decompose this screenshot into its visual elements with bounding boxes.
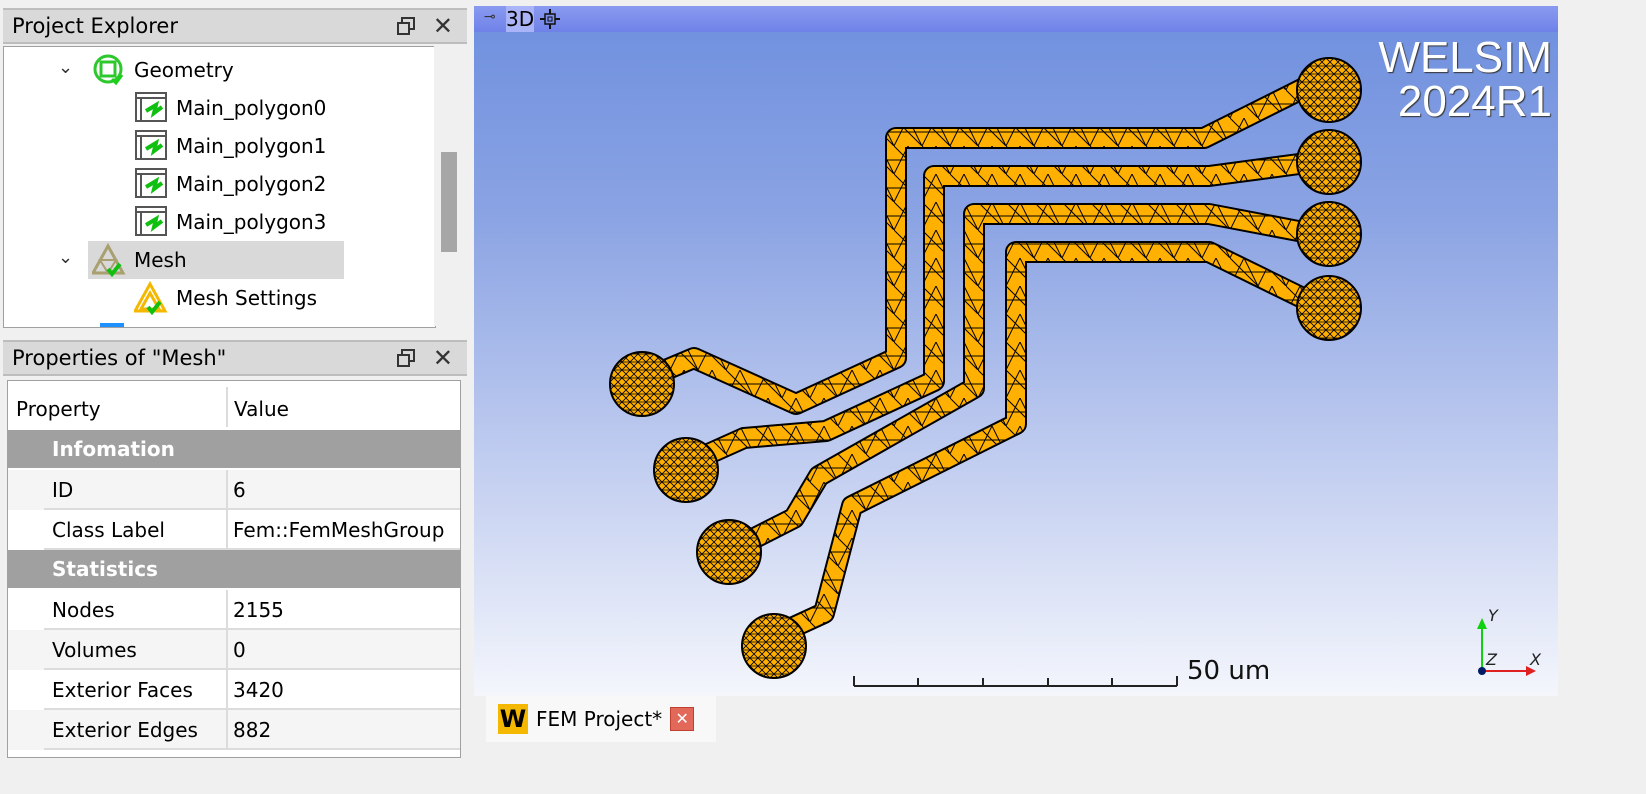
pad [741, 613, 807, 679]
polygon-icon [135, 168, 167, 198]
properties-titlebar: Properties of "Mesh" ✕ [3, 340, 467, 376]
scrollbar-thumb[interactable] [441, 152, 457, 252]
tree-scrollbar[interactable] [434, 46, 464, 326]
pad [1296, 57, 1362, 123]
document-tabbar: W FEM Project* ✕ [474, 696, 1558, 746]
table-header: Property Value [8, 387, 460, 427]
tree-item-mesh[interactable]: Mesh [88, 241, 344, 279]
panel-title: Properties of "Mesh" [12, 346, 227, 370]
tree-item-mesh-settings[interactable]: Mesh Settings [134, 279, 317, 317]
tree-item-polygon[interactable]: Main_polygon2 [134, 165, 326, 203]
tree-item-polygon[interactable]: Main_polygon0 [134, 89, 326, 127]
scale-bar [853, 676, 1178, 687]
project-tree: ⌄ Geometry Main_polygon0 Main_polygon1 M… [3, 46, 436, 328]
table-row[interactable]: Exterior Edges 882 [8, 710, 460, 750]
pad [653, 437, 719, 503]
group-information[interactable]: Infomation [8, 430, 460, 468]
table-row[interactable]: Nodes 2155 [8, 590, 460, 630]
tree-item-polygon[interactable]: Main_polygon1 [134, 127, 326, 165]
property-table: Property Value Infomation ID 6 Class Labe… [7, 380, 461, 758]
mesh-model[interactable] [474, 6, 1558, 696]
pad [1296, 275, 1362, 341]
pad [696, 519, 762, 585]
panel-title: Project Explorer [12, 14, 178, 38]
polygon-icon [135, 206, 167, 236]
tab-fem-project[interactable]: W FEM Project* ✕ [486, 696, 716, 742]
project-explorer-panel: Project Explorer ✕ ⌄ Geometry Main_polyg… [0, 0, 467, 330]
geometry-icon [93, 54, 124, 86]
close-panel-icon[interactable]: ✕ [433, 12, 453, 40]
mesh-icon [92, 243, 126, 277]
welsim-app-icon: W [498, 704, 528, 734]
group-statistics[interactable]: Statistics [8, 550, 460, 588]
header-property: Property [16, 397, 101, 421]
scale-label: 50 um [1187, 656, 1271, 686]
table-row[interactable]: Volumes 0 [8, 630, 460, 670]
mesh-settings-icon [134, 281, 168, 315]
pad [609, 351, 675, 417]
tree-item-geometry[interactable]: Geometry [92, 51, 234, 89]
pad [1296, 201, 1362, 267]
float-panel-icon[interactable] [397, 17, 415, 35]
table-row[interactable]: Exterior Faces 3420 [8, 670, 460, 710]
axis-x-label: X [1530, 650, 1541, 669]
axis-z-label: Z [1486, 650, 1497, 669]
close-tab-icon[interactable]: ✕ [670, 707, 695, 731]
polygon-icon [135, 130, 167, 160]
chevron-down-icon[interactable]: ⌄ [58, 57, 73, 78]
table-row[interactable]: Class Label Fem::FemMeshGroup [8, 510, 460, 550]
partial-tree-icon [100, 323, 124, 327]
header-value: Value [234, 397, 289, 421]
chevron-down-icon[interactable]: ⌄ [58, 247, 73, 268]
pad [1296, 129, 1362, 195]
axis-y-label: Y [1488, 606, 1498, 625]
3d-viewport[interactable]: ⊸ 3D WELSIM 2024R1 50 um Y Z X [474, 6, 1558, 696]
close-panel-icon[interactable]: ✕ [433, 344, 453, 372]
project-explorer-titlebar: Project Explorer ✕ [3, 8, 467, 44]
polygon-icon [135, 92, 167, 122]
table-row[interactable]: ID 6 [8, 470, 460, 510]
tree-item-polygon[interactable]: Main_polygon3 [134, 203, 326, 241]
float-panel-icon[interactable] [397, 349, 415, 367]
